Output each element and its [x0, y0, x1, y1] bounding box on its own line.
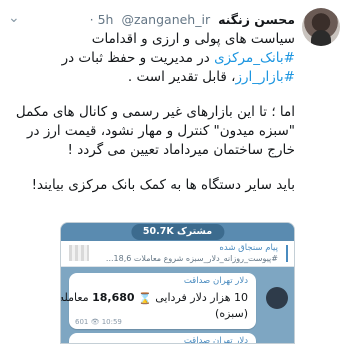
- channel-header: 50.7K مشترک: [61, 223, 294, 241]
- message-line-2: (سبزه): [215, 307, 248, 320]
- message-price: 18,680: [92, 291, 135, 304]
- pinned-title: پیام سنجاق شده: [219, 243, 278, 253]
- author-name[interactable]: محسن زنگنه: [218, 12, 295, 27]
- chevron-down-icon[interactable]: ⌄: [8, 8, 20, 28]
- channel-avatar: [266, 287, 288, 309]
- pinned-message: پیام سنجاق شده #پیوست_روزانه_دلار_سبزه ش…: [61, 241, 294, 267]
- tweet-paragraph-2: اما ؛ تا این بازارهای غیر رسمی و کانال ه…: [15, 104, 295, 158]
- subscriber-count: 50.7K مشترک: [130, 224, 225, 240]
- tweet-paragraph-1: سیاست های پولی و ارزی و اقدامات #بانک_مر…: [61, 31, 295, 85]
- message-channel-name: دلار تهران صداقت: [183, 276, 248, 286]
- attached-image[interactable]: 50.7K مشترک پیام سنجاق شده #پیوست_روزانه…: [60, 222, 295, 344]
- author-handle[interactable]: @zanganeh_ir: [121, 10, 210, 30]
- hashtag-currency-market[interactable]: #بازار_ارز: [235, 69, 295, 85]
- tweet: محسن زنگنه @zanganeh_ir · 5h ⌄ سیاست های…: [0, 0, 350, 344]
- message-meta: 601 👁 10:59: [75, 318, 122, 326]
- avatar[interactable]: [302, 8, 340, 46]
- message-channel-name-2: دلار تهران صداقت: [183, 336, 248, 344]
- hashtag-central-bank[interactable]: #بانک_مرکزی: [214, 50, 295, 66]
- message-bubble-2: دلار تهران صداقت: [69, 333, 256, 344]
- tweet-paragraph-3: باید سایر دستگاه ها به کمک بانک مرکزی بی…: [31, 177, 295, 193]
- message-bubble: دلار تهران صداقت 10 هزار دلار فردایی ⌛ 1…: [61, 273, 256, 329]
- pinned-thumbnail: [69, 245, 89, 261]
- message-text: 10 هزار دلار فردایی ⌛ 18,680 معامله ✔: [61, 291, 248, 305]
- tweet-text: سیاست های پولی و ارزی و اقدامات #بانک_مر…: [10, 30, 295, 211]
- hourglass-icon: ⌛: [138, 291, 152, 305]
- pinned-text: #پیوست_روزانه_دلار_سبزه شروع معاملات 18,…: [105, 254, 278, 263]
- pinned-indicator: [286, 245, 288, 262]
- tweet-header: محسن زنگنه @zanganeh_ir · 5h ⌄: [8, 10, 295, 30]
- tweet-time[interactable]: · 5h: [90, 10, 114, 30]
